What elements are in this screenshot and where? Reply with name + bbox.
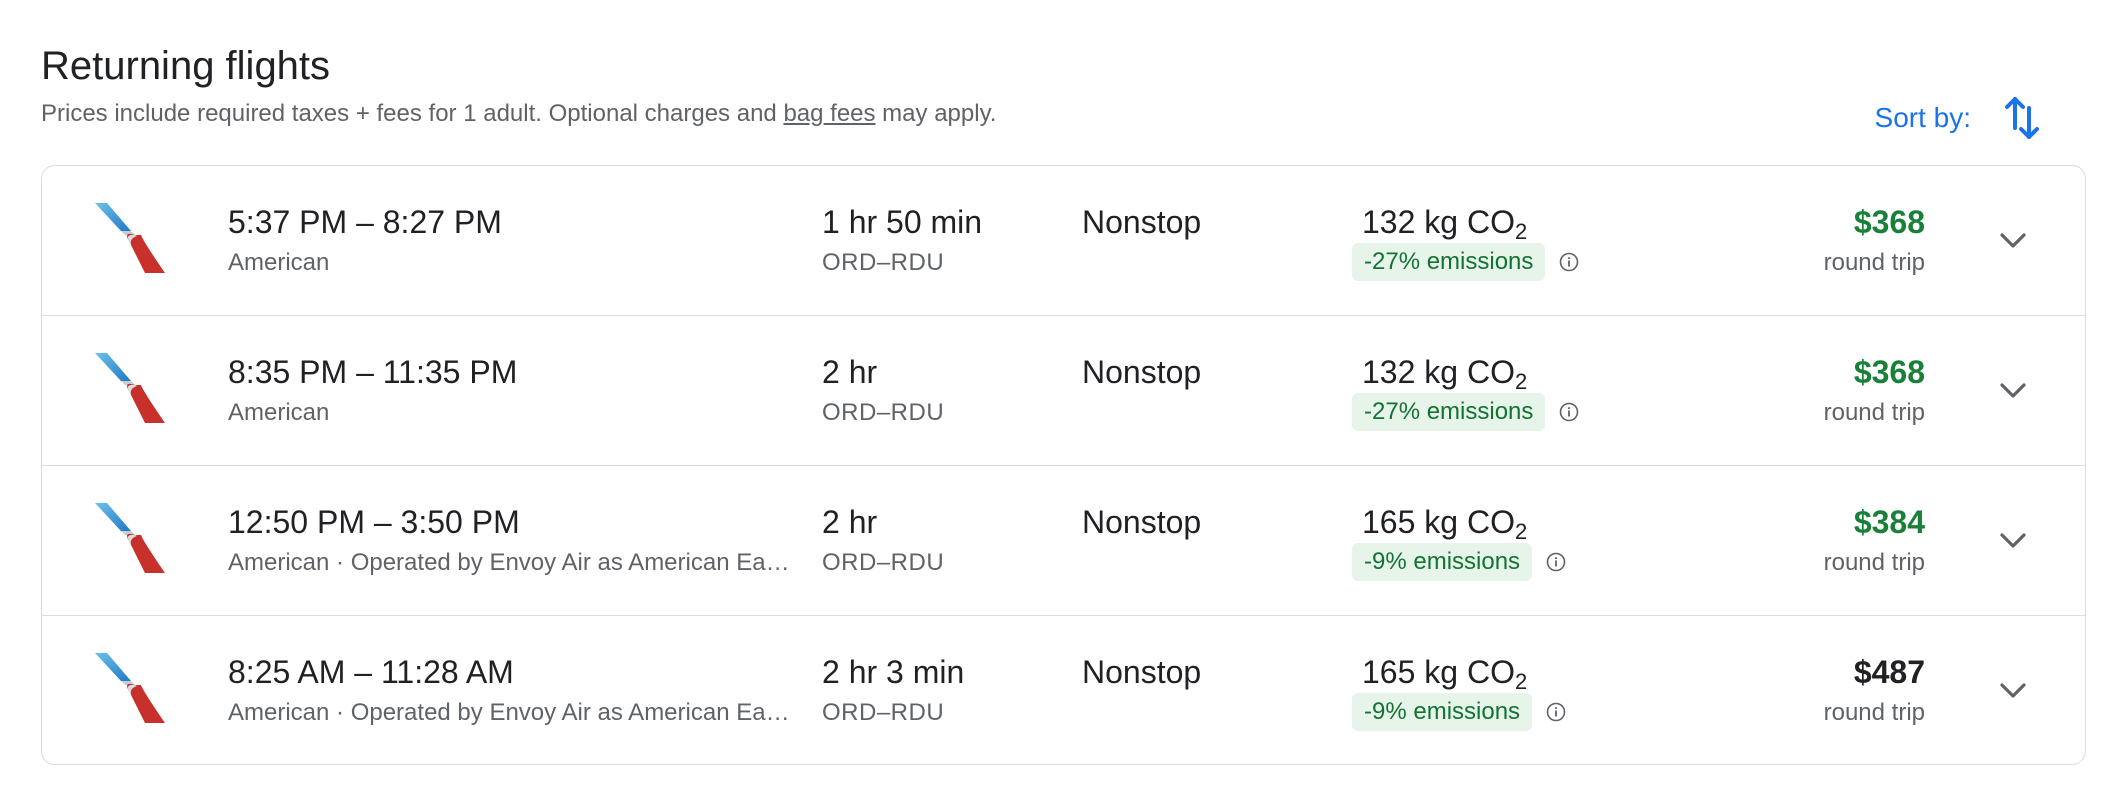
flight-stops: Nonstop [1082, 354, 1202, 390]
flight-stops: Nonstop [1082, 204, 1202, 240]
flight-price: $384 [1853, 504, 1925, 540]
swap-vert-icon [2005, 96, 2039, 140]
co2-subscript: 2 [1514, 669, 1528, 694]
price-type: round trip [1823, 249, 1925, 276]
chevron-down-icon[interactable] [1993, 221, 2033, 261]
flight-results-list: 5:37 PM – 8:27 PM American 1 hr 50 min O… [41, 165, 2086, 765]
flight-times: 12:50 PM – 3:50 PM [228, 504, 520, 540]
american-airlines-logo [91, 651, 167, 725]
flight-price: $368 [1853, 354, 1925, 390]
flight-price: $487 [1853, 654, 1925, 690]
flight-row[interactable]: 5:37 PM – 8:27 PM American 1 hr 50 min O… [42, 166, 2085, 316]
info-icon[interactable] [1559, 402, 1579, 422]
price-disclaimer: Prices include required taxes + fees for… [41, 97, 996, 131]
info-icon[interactable] [1546, 552, 1566, 572]
chevron-down-icon[interactable] [1993, 671, 2033, 711]
flight-times: 5:37 PM – 8:27 PM [228, 204, 502, 240]
chevron-down-icon[interactable] [1993, 371, 2033, 411]
flight-price: $368 [1853, 204, 1925, 240]
flight-row[interactable]: 12:50 PM – 3:50 PM American · Operated b… [42, 466, 2085, 616]
sort-by-button[interactable]: Sort by: [1875, 92, 2039, 144]
airline-name: American · Operated by Envoy Air as Amer… [228, 699, 790, 726]
co2-subscript: 2 [1514, 219, 1528, 244]
american-airlines-logo [91, 201, 167, 275]
flight-route: ORD–RDU [822, 699, 945, 726]
sort-by-label: Sort by: [1874, 102, 1971, 133]
emissions-badge: -9% emissions [1352, 693, 1533, 731]
co2-subscript: 2 [1514, 519, 1528, 544]
emissions-group: -27% emissions [1352, 393, 1579, 431]
chevron-down-icon[interactable] [1993, 521, 2033, 561]
flight-row[interactable]: 8:35 PM – 11:35 PM American 2 hr ORD–RDU… [42, 316, 2085, 466]
airline-name: American [228, 249, 330, 276]
co2-value: 132 kg CO2 [1362, 350, 1527, 394]
co2-amount: 165 kg CO [1362, 654, 1515, 690]
flight-route: ORD–RDU [822, 549, 945, 576]
flight-row[interactable]: 8:25 AM – 11:28 AM American · Operated b… [42, 616, 2085, 764]
flight-route: ORD–RDU [822, 399, 945, 426]
flight-duration: 2 hr 3 min [822, 654, 965, 690]
co2-subscript: 2 [1514, 369, 1528, 394]
price-type: round trip [1823, 549, 1925, 576]
emissions-badge: -27% emissions [1352, 393, 1546, 431]
flight-route: ORD–RDU [822, 249, 945, 276]
airline-name: American · Operated by Envoy Air as Amer… [228, 549, 790, 576]
flight-duration: 2 hr [822, 354, 878, 390]
flight-stops: Nonstop [1082, 504, 1202, 540]
flight-times: 8:35 PM – 11:35 PM [228, 354, 518, 390]
american-airlines-logo [91, 501, 167, 575]
co2-amount: 132 kg CO [1362, 354, 1515, 390]
emissions-badge: -27% emissions [1352, 243, 1546, 281]
co2-value: 165 kg CO2 [1362, 500, 1527, 544]
emissions-group: -9% emissions [1352, 543, 1566, 581]
page-title: Returning flights [41, 44, 331, 88]
emissions-group: -9% emissions [1352, 693, 1566, 731]
emissions-badge: -9% emissions [1352, 543, 1533, 581]
airline-name: American [228, 399, 330, 426]
bag-fees-link[interactable]: bag fees [783, 100, 875, 127]
price-type: round trip [1823, 399, 1925, 426]
info-icon[interactable] [1559, 252, 1579, 272]
co2-value: 165 kg CO2 [1362, 650, 1527, 694]
flight-stops: Nonstop [1082, 654, 1202, 690]
co2-value: 132 kg CO2 [1362, 200, 1527, 244]
price-disclaimer-text: Prices include required taxes + fees for… [41, 100, 784, 127]
american-airlines-logo [91, 351, 167, 425]
flight-times: 8:25 AM – 11:28 AM [228, 654, 514, 690]
flight-duration: 2 hr [822, 504, 878, 540]
emissions-group: -27% emissions [1352, 243, 1579, 281]
info-icon[interactable] [1546, 702, 1566, 722]
co2-amount: 165 kg CO [1362, 504, 1515, 540]
price-type: round trip [1823, 699, 1925, 726]
co2-amount: 132 kg CO [1362, 204, 1515, 240]
price-disclaimer-suffix: may apply. [875, 100, 997, 127]
flight-duration: 1 hr 50 min [822, 204, 983, 240]
